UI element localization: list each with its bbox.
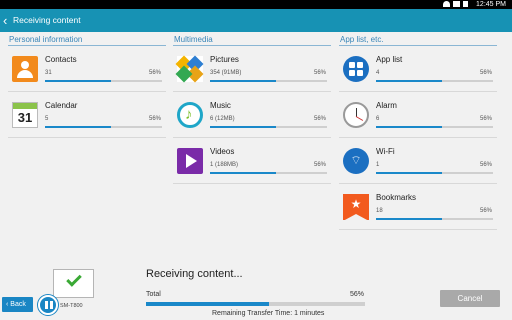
- app-bar: ‹ Receiving content: [0, 9, 512, 32]
- item-percent: 56%: [313, 162, 326, 168]
- column-heading: Multimedia: [173, 33, 331, 46]
- item-name: Calendar: [45, 101, 78, 110]
- signal-icon: [453, 1, 460, 7]
- cancel-button[interactable]: Cancel: [440, 290, 500, 307]
- wifi-icon: ⌔: [343, 148, 369, 174]
- contacts-icon: [12, 56, 38, 82]
- wifi-status-icon: [443, 1, 450, 7]
- item-percent: 56%: [479, 162, 492, 168]
- item-progress-bar: [376, 218, 493, 220]
- item-percent: 56%: [148, 70, 161, 76]
- column-personal-information: Personal information Contacts 31 56% 31 …: [8, 33, 166, 138]
- receiving-title: Receiving content...: [146, 268, 243, 280]
- videos-icon: [177, 148, 203, 174]
- item-count: 1: [376, 162, 380, 168]
- item-name: Music: [210, 101, 231, 110]
- item-count: 6 (12MB): [210, 116, 235, 122]
- item-count: 5: [45, 116, 49, 122]
- item-percent: 56%: [479, 70, 492, 76]
- item-progress-bar: [376, 126, 493, 128]
- item-name: Pictures: [210, 55, 239, 64]
- page-title: Receiving content: [13, 15, 81, 25]
- item-progress-bar: [210, 126, 327, 128]
- device-check-icon: [53, 269, 94, 298]
- list-item-calendar: 31 Calendar 5 56%: [8, 92, 166, 138]
- status-icons: [443, 1, 468, 7]
- list-item-bookmarks: ★ Bookmarks 18 56%: [339, 184, 497, 230]
- column-heading: Personal information: [8, 33, 166, 46]
- item-count: 4: [376, 70, 380, 76]
- pause-button[interactable]: [38, 295, 58, 315]
- list-item-music: ♪ Music 6 (12MB) 56%: [173, 92, 331, 138]
- back-button[interactable]: ‹ Back: [2, 297, 33, 312]
- total-label: Total: [146, 291, 161, 298]
- item-percent: 56%: [313, 70, 326, 76]
- status-bar: 12:45 PM: [0, 0, 512, 9]
- list-item-alarm: Alarm 6 56%: [339, 92, 497, 138]
- item-name: App list: [376, 55, 403, 64]
- column-multimedia: Multimedia Pictures 354 (91MB) 56% ♪ Mus…: [173, 33, 331, 184]
- item-percent: 56%: [148, 116, 161, 122]
- app-list-icon: [343, 56, 369, 82]
- item-name: Bookmarks: [376, 193, 417, 202]
- calendar-icon: 31: [12, 102, 38, 128]
- item-progress-bar: [45, 80, 162, 82]
- item-progress-bar: [210, 172, 327, 174]
- item-name: Wi-Fi: [376, 147, 395, 156]
- item-count: 354 (91MB): [210, 70, 242, 76]
- item-progress-bar: [45, 126, 162, 128]
- column-app-list: App list, etc. App list 4 56% Alarm 6 56…: [339, 33, 497, 230]
- item-count: 1 (188MB): [210, 162, 239, 168]
- item-progress-bar: [376, 172, 493, 174]
- list-item-wifi: ⌔ Wi-Fi 1 56%: [339, 138, 497, 184]
- item-count: 31: [45, 70, 52, 76]
- status-time: 12:45 PM: [476, 1, 506, 8]
- music-icon: ♪: [177, 102, 203, 128]
- item-progress-bar: [376, 80, 493, 82]
- alarm-icon: [343, 102, 369, 128]
- list-item-pictures: Pictures 354 (91MB) 56%: [173, 46, 331, 92]
- device-label: SM-T800: [60, 303, 83, 309]
- pictures-icon: [175, 55, 204, 83]
- column-heading: App list, etc.: [339, 33, 497, 46]
- item-progress-bar: [210, 80, 327, 82]
- remaining-time-text: Remaining Transfer Time: 1 minutes: [212, 310, 325, 317]
- item-count: 18: [376, 208, 383, 214]
- list-item-videos: Videos 1 (188MB) 56%: [173, 138, 331, 184]
- total-progress-bar: [146, 302, 365, 306]
- item-percent: 56%: [479, 208, 492, 214]
- item-percent: 56%: [479, 116, 492, 122]
- item-count: 6: [376, 116, 380, 122]
- battery-icon: [463, 1, 468, 7]
- list-item-contacts: Contacts 31 56%: [8, 46, 166, 92]
- item-name: Alarm: [376, 101, 397, 110]
- item-name: Contacts: [45, 55, 77, 64]
- item-percent: 56%: [313, 116, 326, 122]
- list-item-app-list: App list 4 56%: [339, 46, 497, 92]
- total-percent: 56%: [350, 291, 365, 298]
- item-name: Videos: [210, 147, 235, 156]
- bookmarks-icon: ★: [343, 194, 369, 221]
